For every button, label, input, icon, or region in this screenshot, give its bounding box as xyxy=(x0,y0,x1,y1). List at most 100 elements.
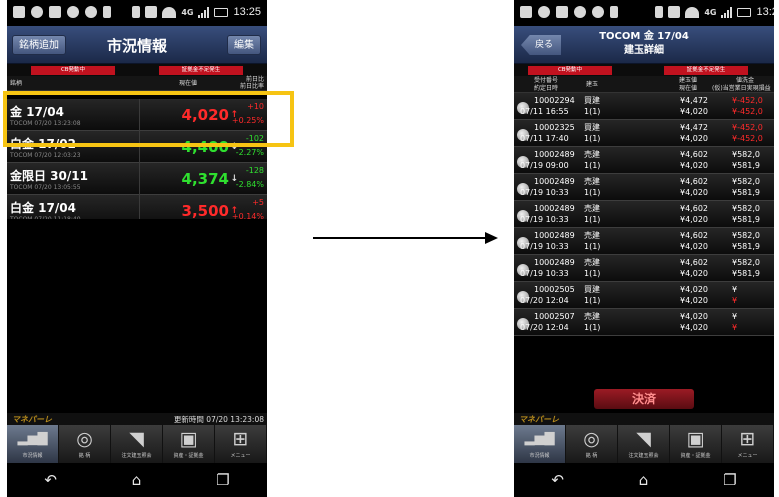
position-row[interactable]: 10002507 売建 07/20 12:04 1(1) ¥4,020 ¥4,020 ¥ ¥ xyxy=(514,309,774,336)
notification-icon xyxy=(31,6,43,18)
signal-icon xyxy=(198,6,210,18)
symbol-name: 金限日 30/11 xyxy=(10,169,88,183)
tag-icon: ◥ xyxy=(636,428,651,450)
mute-icon xyxy=(668,6,681,18)
settle-button[interactable]: 決済 xyxy=(594,389,694,409)
position-row[interactable]: 10002505 買建 07/20 12:04 1(1) ¥4,020 ¥4,020 ¥ ¥ xyxy=(514,282,774,309)
edit-button[interactable]: 編集 xyxy=(227,35,261,55)
nav-item-1[interactable]: ◎ 銘 柄 xyxy=(566,425,618,463)
column-header: 銘柄 現在値 前日比 前日比率 xyxy=(7,76,267,91)
nav-item-2[interactable]: ◥ 注文建玉照会 xyxy=(618,425,670,463)
nav-label: メニュー xyxy=(230,453,251,459)
realized-pnl: ¥ xyxy=(732,323,738,332)
notification-icon xyxy=(13,6,25,18)
current-price: 4,374 xyxy=(181,170,229,188)
trade-date: 07/19 10:33 xyxy=(520,188,569,197)
bottom-nav: ▂▅▇ 市況情報 ◎ 銘 柄 ◥ 注文建玉照会 ▣ 資産・証拠金 ⊞ メニュー xyxy=(7,425,267,463)
current-price: ¥4,020 xyxy=(680,188,708,197)
nav-item-1[interactable]: ◎ 銘 柄 xyxy=(59,425,111,463)
trade-date: 07/20 12:04 xyxy=(520,323,569,332)
notification-icon xyxy=(592,6,604,18)
alert-badges: CB発動中 証拠金不足発生 xyxy=(7,64,267,76)
status-bar: 4G 13:25 xyxy=(7,0,267,26)
order-number: 10002489 xyxy=(534,150,575,159)
chart-bars-icon: ▂▅▇ xyxy=(17,431,48,446)
current-price: ¥4,020 xyxy=(680,161,708,170)
mark-to-market: ¥ xyxy=(732,312,738,321)
market-info-screen: 4G 13:25 銘柄追加 市況情報 編集 CB発動中 証拠金不足発生 銘柄 現… xyxy=(7,0,267,497)
notification-icon xyxy=(67,6,79,18)
position-row[interactable]: 10002489 売建 07/19 10:33 1(1) ¥4,602 ¥4,020 ¥58… xyxy=(514,228,774,255)
order-number: 10002505 xyxy=(534,285,575,294)
lte-icon: 4G xyxy=(181,7,194,17)
nav-label: 資産・証拠金 xyxy=(680,453,711,459)
current-price: ¥4,020 xyxy=(680,215,708,224)
notification-icon xyxy=(520,6,532,18)
brand-logo: マネパーレ xyxy=(12,415,52,424)
nav-item-0[interactable]: ▂▅▇ 市況情報 xyxy=(7,425,59,463)
nav-label: 市況情報 xyxy=(22,453,43,459)
nav-label: 注文建玉照会 xyxy=(628,453,659,459)
entry-price: ¥4,602 xyxy=(680,177,708,186)
home-icon[interactable]: ⌂ xyxy=(132,471,142,489)
quantity: 1(1) xyxy=(584,269,601,278)
position-row[interactable]: 10002325 買建 07/11 17:40 1(1) ¥4,472 ¥4,020 ¥-4… xyxy=(514,120,774,147)
signal-icon xyxy=(721,6,733,18)
trade-date: 07/19 10:33 xyxy=(520,242,569,251)
price-change: +5 xyxy=(252,198,264,207)
realized-pnl: ¥581,9 xyxy=(732,242,760,251)
back-icon[interactable]: ↶ xyxy=(551,471,564,489)
realized-pnl: ¥-452,0 xyxy=(732,107,763,116)
mark-to-market: ¥-452,0 xyxy=(732,96,763,105)
column-header: 受付番号 約定日時 建玉 建玉値 現在値 値洗金 (仮)当営業日実現損益 xyxy=(514,76,774,93)
vibrate-icon xyxy=(655,6,664,18)
mark-to-market: ¥582,0 xyxy=(732,258,760,267)
quantity: 1(1) xyxy=(584,188,601,197)
symbol-name: 白金 17/04 xyxy=(10,201,76,215)
lte-icon: 4G xyxy=(704,7,717,17)
safe-icon: ▣ xyxy=(179,428,198,450)
position-row[interactable]: 10002489 売建 07/19 09:00 1(1) ¥4,602 ¥4,020 ¥58… xyxy=(514,147,774,174)
recents-icon[interactable]: ❐ xyxy=(216,471,229,489)
status-time: 13:25 xyxy=(233,6,261,18)
home-icon[interactable]: ⌂ xyxy=(639,471,649,489)
notification-icon xyxy=(556,6,568,18)
back-icon[interactable]: ↶ xyxy=(44,471,57,489)
nav-item-0[interactable]: ▂▅▇ 市況情報 xyxy=(514,425,566,463)
quantity: 1(1) xyxy=(584,296,601,305)
order-number: 10002325 xyxy=(534,123,575,132)
nav-item-4[interactable]: ⊞ メニュー xyxy=(215,425,267,463)
position-row[interactable]: 10002489 売建 07/19 10:33 1(1) ¥4,602 ¥4,020 ¥58… xyxy=(514,174,774,201)
nav-item-3[interactable]: ▣ 資産・証拠金 xyxy=(670,425,722,463)
position-detail-screen: 4G 13:25 戻る TOCOM 金 17/04 建玉詳細 CB発動中 証拠金… xyxy=(514,0,774,497)
current-price: ¥4,020 xyxy=(680,323,708,332)
quantity: 1(1) xyxy=(584,323,601,332)
realized-pnl: ¥581,9 xyxy=(732,215,760,224)
target-icon: ◎ xyxy=(76,428,93,450)
current-price: ¥4,020 xyxy=(680,296,708,305)
nav-item-4[interactable]: ⊞ メニュー xyxy=(722,425,774,463)
status-time: 13:25 xyxy=(756,6,774,18)
position-row[interactable]: 10002489 売建 07/19 10:33 1(1) ¥4,602 ¥4,020 ¥58… xyxy=(514,201,774,228)
entry-price: ¥4,020 xyxy=(680,285,708,294)
position-row[interactable]: 10002294 買建 07/11 16:55 1(1) ¥4,472 ¥4,020 ¥-4… xyxy=(514,93,774,120)
nav-item-2[interactable]: ◥ 注文建玉照会 xyxy=(111,425,163,463)
system-nav-bar: ↶ ⌂ ❐ xyxy=(7,463,267,497)
usb-icon xyxy=(103,6,111,18)
position-row[interactable]: 10002489 売建 07/19 10:33 1(1) ¥4,602 ¥4,020 ¥58… xyxy=(514,255,774,282)
vibrate-icon xyxy=(132,6,141,18)
entry-price: ¥4,602 xyxy=(680,258,708,267)
quantity: 1(1) xyxy=(584,242,601,251)
current-price: ¥4,020 xyxy=(680,107,708,116)
market-row[interactable]: 金限日 30/11 TOCOM 07/20 13:05:55 4,374 ↓ -128-… xyxy=(7,163,267,195)
recents-icon[interactable]: ❐ xyxy=(723,471,736,489)
safe-icon: ▣ xyxy=(686,428,705,450)
nav-item-3[interactable]: ▣ 資産・証拠金 xyxy=(163,425,215,463)
symbol-timestamp: TOCOM 07/20 13:05:55 xyxy=(10,184,81,191)
nav-label: 銘 柄 xyxy=(78,453,91,459)
brand-logo: マネパーレ xyxy=(519,415,559,424)
current-price: ¥4,020 xyxy=(680,269,708,278)
current-price: ¥4,020 xyxy=(680,242,708,251)
order-number: 10002489 xyxy=(534,177,575,186)
battery-icon xyxy=(214,7,229,17)
